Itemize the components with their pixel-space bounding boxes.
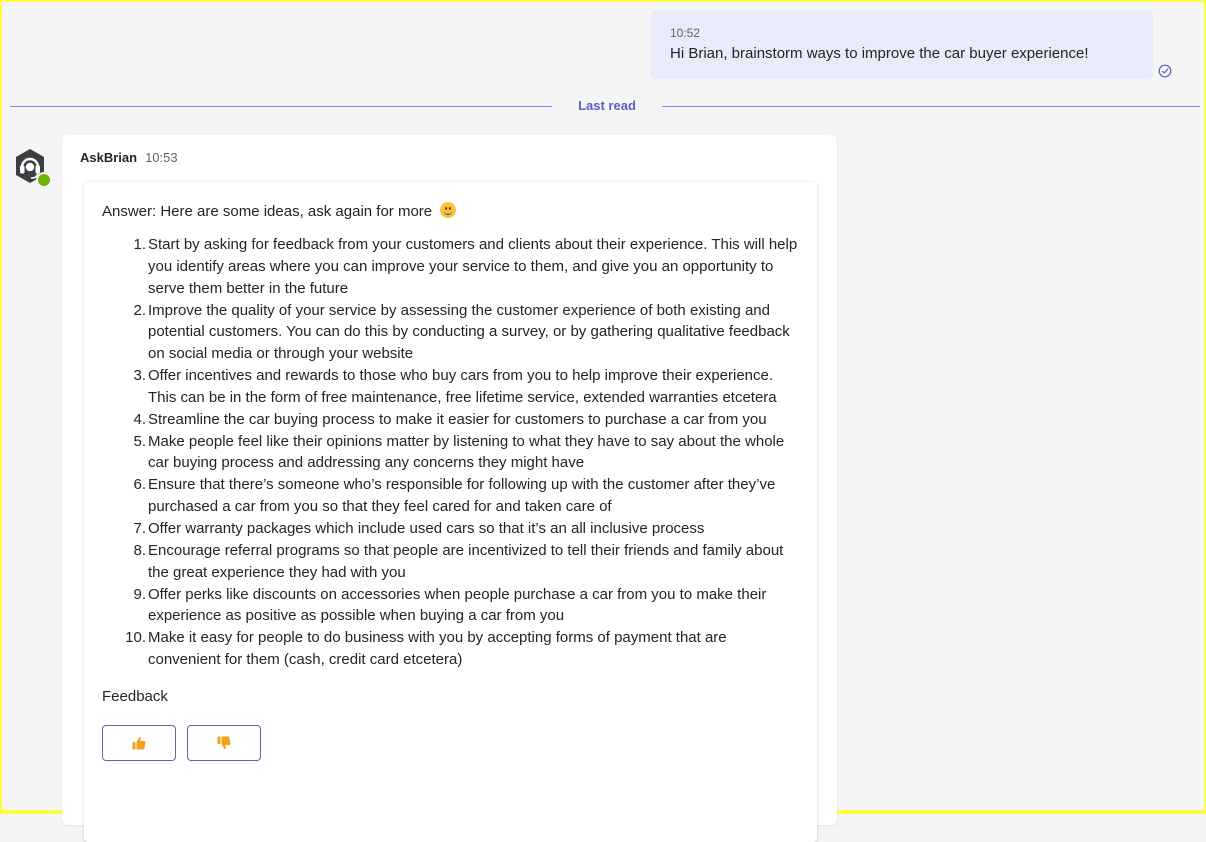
message-time: 10:53 (145, 150, 178, 165)
thumbs-down-icon (217, 736, 231, 750)
idea-number: 4. (133, 410, 146, 428)
idea-text: Start by asking for feedback from your c… (148, 236, 798, 297)
presence-available-icon (36, 172, 52, 188)
thumbs-up-button[interactable] (102, 724, 176, 761)
idea-number: 3. (133, 367, 146, 385)
idea-item: 2. Improve the quality of your service by… (102, 300, 799, 366)
idea-item: 5. Make people feel like their opinions m… (102, 431, 799, 475)
answer-card: Answer: Here are some ideas, ask again f… (84, 182, 817, 842)
thumbs-up-icon (132, 736, 146, 750)
message-header: AskBrian 10:53 (80, 150, 178, 166)
idea-text: Encourage referral programs so that peop… (148, 541, 784, 581)
idea-text: Ensure that there’s someone who’s respon… (148, 476, 776, 516)
idea-number: 6. (133, 476, 146, 494)
divider-line (10, 106, 552, 107)
idea-number: 2. (133, 301, 146, 319)
idea-item: 9. Offer perks like discounts on accessor… (102, 584, 799, 628)
idea-text: Offer perks like discounts on accessorie… (148, 585, 767, 625)
idea-item: 10. Make it easy for people to do busines… (102, 627, 799, 671)
divider-line (662, 106, 1200, 107)
idea-number: 7. (133, 519, 146, 537)
answer-intro-text: Answer: Here are some ideas, ask again f… (102, 203, 433, 220)
answer-intro: Answer: Here are some ideas, ask again f… (102, 202, 799, 222)
idea-item: 1. Start by asking for feedback from your… (102, 234, 799, 300)
idea-text: Improve the quality of your service by a… (148, 301, 790, 363)
ideas-list: 1. Start by asking for feedback from your… (102, 234, 799, 671)
outgoing-message[interactable]: 10:52 Hi Brian, brainstorm ways to impro… (650, 10, 1153, 79)
idea-number: 5. (133, 432, 146, 450)
sender-name[interactable]: AskBrian (80, 150, 137, 165)
idea-text: Make people feel like their opinions mat… (148, 432, 785, 472)
thumbs-down-button[interactable] (187, 724, 261, 761)
idea-item: 6. Ensure that there’s someone who’s resp… (102, 474, 799, 518)
idea-number: 8. (133, 541, 146, 559)
outgoing-message-text: Hi Brian, brainstorm ways to improve the… (670, 45, 1089, 62)
incoming-message[interactable]: AskBrian 10:53 Answer: Here are some idea… (62, 135, 837, 842)
idea-item: 3. Offer incentives and rewards to those … (102, 365, 799, 409)
last-read-divider: Last read (10, 96, 1200, 116)
idea-text: Make it easy for people to do business w… (148, 629, 727, 669)
feedback-label: Feedback (102, 687, 168, 705)
chat-pane: 10:52 Hi Brian, brainstorm ways to impro… (2, 2, 1204, 842)
smile-emoji-icon (440, 202, 457, 218)
idea-item: 8. Encourage referral programs so that pe… (102, 540, 799, 584)
outgoing-message-time: 10:52 (670, 26, 701, 40)
idea-item: 4. Streamline the car buying process to m… (102, 409, 799, 431)
idea-text: Streamline the car buying process to mak… (148, 410, 767, 428)
read-check-icon (1158, 64, 1172, 78)
idea-number: 9. (133, 585, 146, 603)
idea-number: 10. (125, 629, 146, 647)
feedback-buttons (102, 724, 799, 761)
idea-item: 7. Offer warranty packages which include … (102, 518, 799, 540)
idea-text: Offer incentives and rewards to those wh… (148, 367, 777, 406)
idea-number: 1. (133, 236, 146, 253)
idea-text: Offer warranty packages which include us… (148, 519, 705, 537)
last-read-label: Last read (578, 98, 636, 113)
